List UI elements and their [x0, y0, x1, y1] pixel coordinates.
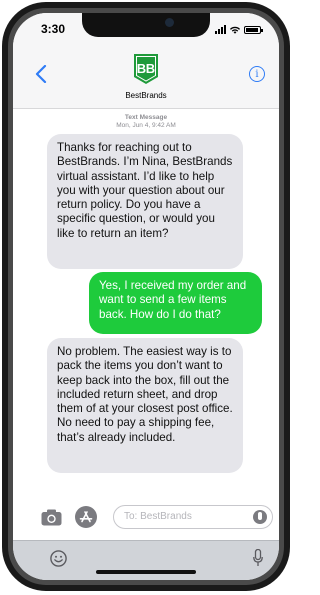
message-input-placeholder: To: BestBrands — [124, 511, 192, 522]
incoming-message-bubble[interactable]: No problem. The easiest way is to pack t… — [47, 338, 243, 473]
wifi-icon — [230, 26, 240, 34]
app-store-glyph — [79, 511, 93, 523]
svg-text:B: B — [137, 61, 146, 76]
signal-icon — [215, 24, 226, 34]
microphone-icon[interactable] — [253, 549, 263, 567]
incoming-message-bubble[interactable]: Thanks for reaching out to BestBrands. I… — [47, 134, 243, 269]
message-type-label: Text Message — [124, 114, 168, 121]
message-input[interactable]: To: BestBrands — [113, 505, 273, 529]
home-indicator[interactable] — [96, 570, 196, 574]
phone-frame: 3:30 B B BestBrands i Text Message Mon, … — [2, 2, 290, 591]
message-meta: Text Message Mon, Jun 4, 9:42 AM — [13, 114, 279, 130]
status-time: 3:30 — [41, 22, 66, 36]
messages-screen: 3:30 B B BestBrands i Text Message Mon, … — [13, 13, 279, 580]
info-icon[interactable]: i — [249, 66, 265, 82]
app-store-icon[interactable] — [75, 506, 97, 528]
message-timestamp: Mon, Jun 4, 9:42 AM — [116, 122, 176, 129]
emoji-icon[interactable] — [50, 550, 67, 567]
camera-icon[interactable] — [41, 509, 62, 526]
status-icons — [215, 23, 263, 34]
contact-name[interactable]: BestBrands — [13, 91, 279, 100]
audio-record-icon[interactable] — [253, 510, 267, 524]
chevron-left-icon[interactable] — [35, 65, 47, 83]
conversation-header: 3:30 B B BestBrands i — [13, 13, 279, 109]
outgoing-message-bubble[interactable]: Yes, I received my order and want to sen… — [89, 272, 262, 334]
front-camera — [165, 18, 174, 27]
keyboard-accessory-bar — [13, 540, 279, 580]
svg-text:B: B — [146, 61, 155, 76]
message-composer: To: BestBrands — [13, 500, 279, 540]
bestbrands-logo[interactable]: B B — [133, 53, 159, 85]
device-notch — [82, 13, 210, 37]
battery-icon — [244, 26, 263, 34]
